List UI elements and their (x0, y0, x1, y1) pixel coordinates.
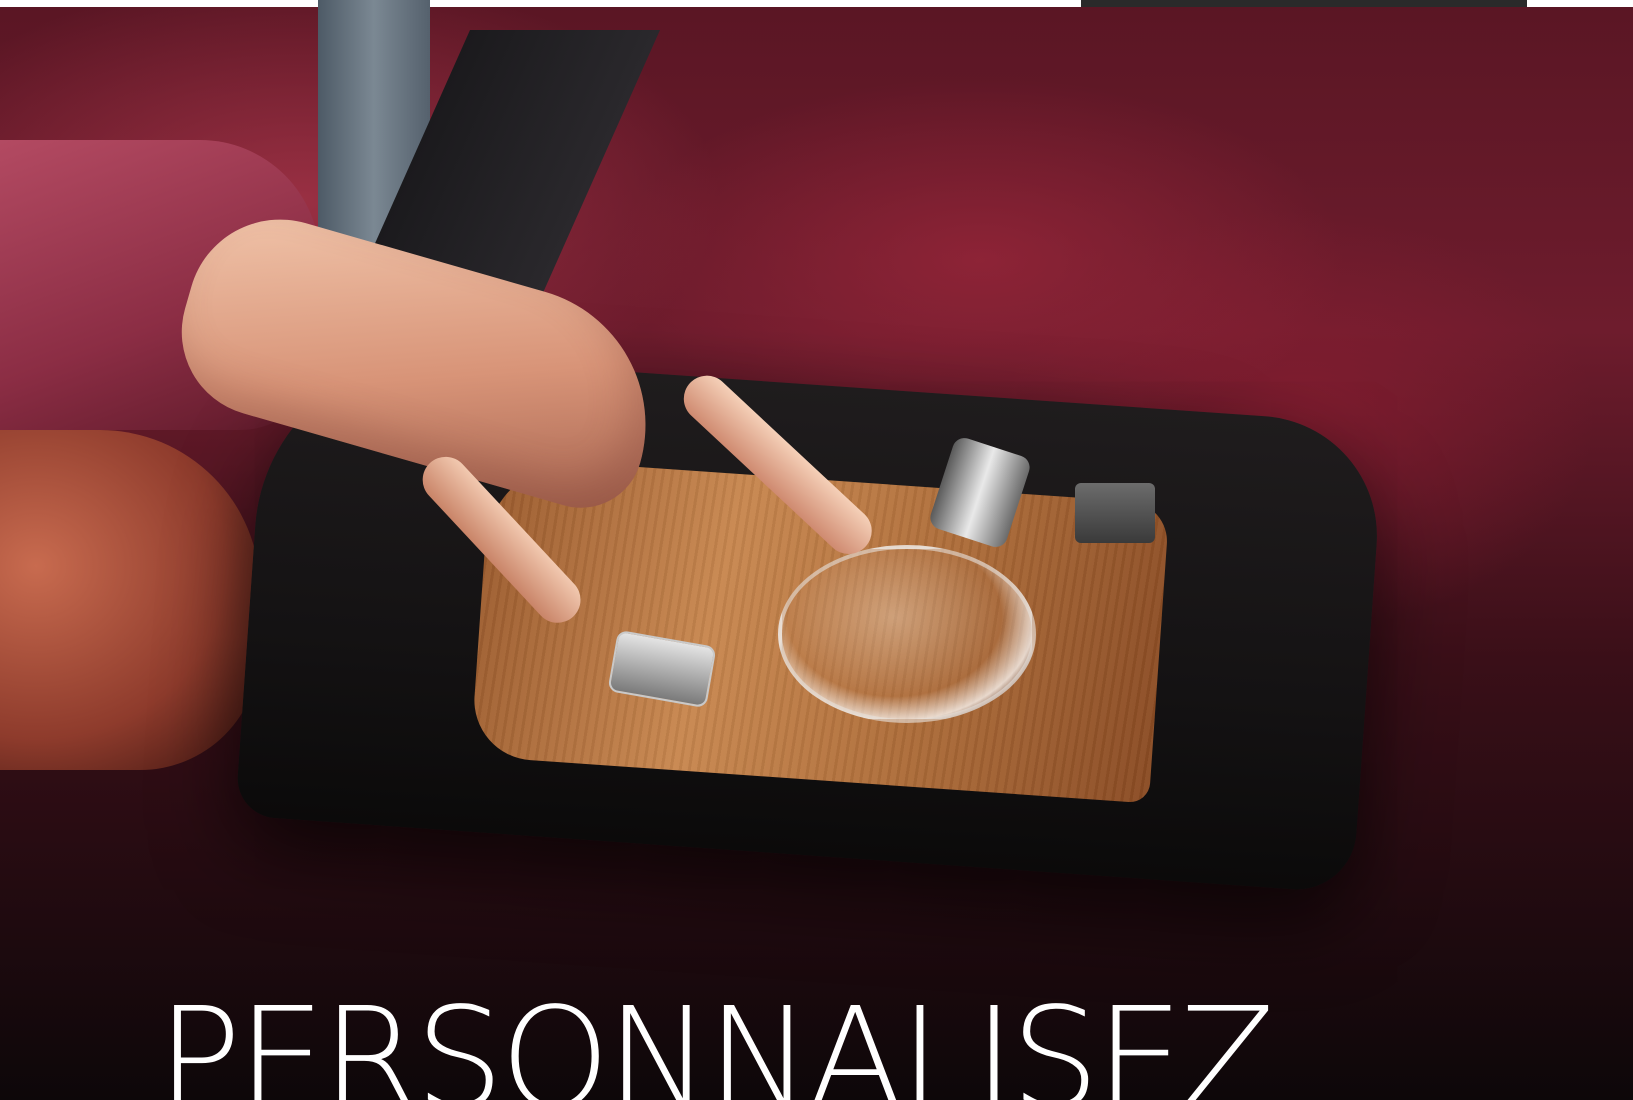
top-bar-accent (1081, 0, 1527, 7)
passenger-leg (0, 430, 260, 770)
crystal-controller-dial (778, 545, 1036, 723)
page-title: PERSONNALISEZ (157, 978, 1276, 1100)
park-button (1075, 483, 1155, 543)
hero-photo: PERSONNALISEZ (0, 0, 1633, 1100)
